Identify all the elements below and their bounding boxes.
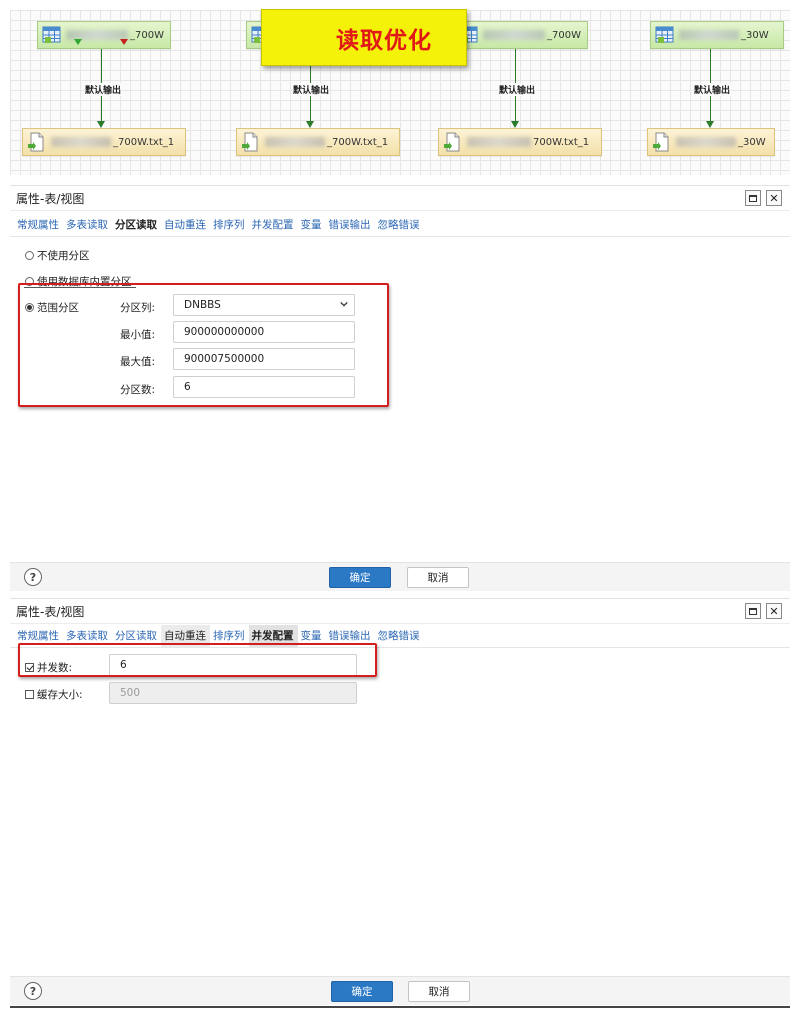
checkbox-unchecked-icon [25, 690, 34, 699]
maximize-icon [749, 194, 757, 202]
text-file-icon [443, 132, 463, 152]
node-name-suffix: 700W.txt_1 [533, 136, 590, 148]
dialog-title-bar: 属性-表/视图 ✕ [10, 599, 790, 624]
redacted-name [467, 137, 531, 147]
radio-icon [25, 251, 34, 260]
close-icon: ✕ [769, 191, 779, 205]
port-markers [74, 39, 128, 45]
maximize-button[interactable] [745, 190, 761, 206]
node-name-suffix: _700W.txt_1 [327, 136, 389, 148]
radio-label: 不使用分区 [37, 250, 90, 262]
node-name-suffix: _30W [741, 29, 769, 41]
node-name-suffix: _700W [130, 29, 164, 41]
radio-no-partition[interactable]: 不使用分区 [25, 248, 90, 263]
target-node-3[interactable]: 700W.txt_1 [438, 128, 602, 156]
text-file-icon [241, 132, 261, 152]
highlight-box [18, 283, 389, 407]
help-icon[interactable]: ? [24, 982, 42, 1000]
arrow-down-icon [306, 121, 314, 128]
tab-concurrency[interactable]: 并发配置 [249, 217, 298, 236]
dialog-title: 属性-表/视图 [16, 604, 85, 619]
close-button[interactable]: ✕ [766, 190, 782, 206]
tab-sort-columns[interactable]: 排序列 [210, 217, 249, 236]
redacted-name [483, 30, 545, 40]
node-name-suffix: _700W [547, 29, 581, 41]
tab-general[interactable]: 常规属性 [14, 217, 63, 236]
target-node-2[interactable]: _700W.txt_1 [236, 128, 400, 156]
help-icon[interactable]: ? [24, 568, 42, 586]
tab-ignore-errors[interactable]: 忽略错误 [375, 217, 424, 236]
table-icon [42, 25, 62, 45]
node-name-suffix: _30W [738, 136, 766, 148]
highlight-box [18, 643, 377, 677]
annotation-banner: 读取优化 [261, 9, 467, 66]
properties-dialog-concurrency: 属性-表/视图 ✕ 常规属性 多表读取 分区读取 自动重连 排序列 并发配置 变… [10, 598, 790, 1008]
redacted-name [679, 30, 739, 40]
redacted-name [51, 137, 111, 147]
edge-label: 默认输出 [84, 83, 123, 96]
maximize-icon [749, 607, 757, 615]
edge-label: 默认输出 [498, 83, 537, 96]
dialog-footer: ? 确定 取消 [10, 976, 790, 1005]
text-file-icon [652, 132, 672, 152]
text-file-icon [27, 132, 47, 152]
tab-ignore-errors[interactable]: 忽略错误 [375, 628, 424, 647]
close-icon: ✕ [769, 604, 779, 618]
target-node-1[interactable]: _700W.txt_1 [22, 128, 186, 156]
arrow-down-icon [97, 121, 105, 128]
tab-bar: 常规属性 多表读取 分区读取 自动重连 排序列 并发配置 变量 错误输出 忽略错… [10, 211, 790, 237]
cancel-button[interactable]: 取消 [408, 981, 470, 1002]
target-node-4[interactable]: _30W [647, 128, 775, 156]
redacted-name [265, 137, 325, 147]
redacted-name [676, 137, 736, 147]
tab-variables[interactable]: 变量 [298, 217, 326, 236]
node-name-suffix: _700W.txt_1 [113, 136, 175, 148]
annotation-text: 读取优化 [336, 27, 432, 54]
ok-button[interactable]: 确定 [329, 567, 391, 588]
dialog-title: 属性-表/视图 [16, 191, 85, 206]
cache-size-input: 500 [109, 682, 357, 704]
tab-multi-table[interactable]: 多表读取 [63, 217, 112, 236]
edge-label: 默认输出 [693, 83, 732, 96]
maximize-button[interactable] [745, 603, 761, 619]
dialog-title-bar: 属性-表/视图 ✕ [10, 186, 790, 211]
cancel-button[interactable]: 取消 [407, 567, 469, 588]
input-value: 500 [120, 687, 141, 699]
cache-size-checkbox[interactable]: 缓存大小: [25, 687, 83, 702]
checkbox-label: 缓存大小: [37, 689, 83, 701]
source-node-3[interactable]: _700W [454, 21, 588, 49]
ok-button[interactable]: 确定 [331, 981, 393, 1002]
table-icon [655, 25, 675, 45]
tab-partition-read[interactable]: 分区读取 [112, 217, 161, 236]
arrow-down-icon [706, 121, 714, 128]
dialog-footer: ? 确定 取消 [10, 562, 790, 591]
source-node-4[interactable]: _30W [650, 21, 784, 49]
edge-label: 默认输出 [292, 83, 331, 96]
properties-dialog-partition: 属性-表/视图 ✕ 常规属性 多表读取 分区读取 自动重连 排序列 并发配置 变… [10, 185, 790, 591]
arrow-down-icon [511, 121, 519, 128]
tab-auto-reconnect[interactable]: 自动重连 [161, 217, 210, 236]
tab-error-output[interactable]: 错误输出 [326, 217, 375, 236]
close-button[interactable]: ✕ [766, 603, 782, 619]
